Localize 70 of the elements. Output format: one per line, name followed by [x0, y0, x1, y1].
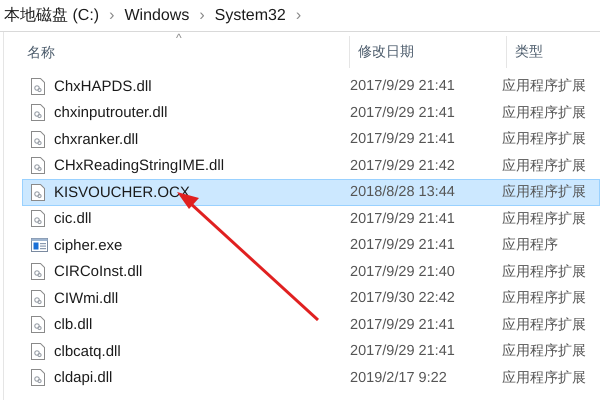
chevron-icon[interactable]: ›: [199, 6, 205, 24]
file-row[interactable]: CIWmi.dll 2017/9/30 22:42 应用程序扩展: [22, 285, 600, 312]
dll-file-icon: [31, 263, 45, 280]
modified-date: 2017/9/29 21:41: [350, 104, 455, 121]
file-name: clbcatq.dll: [54, 342, 121, 360]
file-type: 应用程序扩展: [502, 77, 586, 94]
file-type: 应用程序: [502, 236, 558, 252]
modified-date: 2017/9/30 22:42: [350, 290, 455, 306]
dll-file-icon: [31, 78, 45, 95]
dll-file-icon: [31, 316, 45, 334]
dll-file-icon: [31, 369, 45, 386]
breadcrumb-item[interactable]: System32: [214, 6, 286, 24]
file-row[interactable]: clbcatq.dll 2017/9/29 21:41 应用程序扩展: [22, 338, 600, 364]
file-row[interactable]: ChxHAPDS.dll 2017/9/29 21:41 应用程序扩展: [22, 73, 600, 100]
file-name: chxranker.dll: [54, 130, 138, 148]
dll-file-icon: [31, 157, 45, 174]
breadcrumb-item[interactable]: 本地磁盘 (C:): [4, 5, 100, 26]
chevron-icon[interactable]: ›: [109, 6, 114, 24]
dll-file-icon: [31, 130, 45, 148]
modified-date: 2017/9/29 21:41: [350, 131, 455, 148]
chevron-icon[interactable]: ›: [296, 6, 302, 24]
modified-date: 2017/9/29 21:41: [350, 210, 455, 227]
file-row[interactable]: cipher.exe 2017/9/29 21:41 应用程序: [22, 232, 600, 258]
modified-date: 2017/9/29 21:40: [350, 264, 455, 280]
file-type: 应用程序扩展: [502, 183, 586, 200]
file-row[interactable]: cic.dll 2017/9/29 21:41 应用程序扩展: [22, 206, 600, 232]
file-name: cldapi.dll: [54, 369, 112, 386]
dll-file-icon: [31, 104, 45, 122]
file-name: KISVOUCHER.OCX: [54, 184, 190, 201]
file-name: cic.dll: [54, 210, 92, 228]
modified-date: 2017/9/29 21:41: [350, 316, 455, 333]
file-type: 应用程序扩展: [502, 368, 586, 385]
file-name: ChxHAPDS.dll: [54, 78, 152, 95]
dll-file-icon: [31, 290, 45, 307]
file-type: 应用程序扩展: [502, 342, 586, 358]
file-row[interactable]: CIRCoInst.dll 2017/9/29 21:40 应用程序扩展: [22, 258, 600, 285]
file-name: cipher.exe: [54, 236, 122, 254]
file-row[interactable]: chxranker.dll 2017/9/29 21:41 应用程序扩展: [22, 126, 600, 152]
modified-date: 2017/9/29 21:42: [350, 158, 455, 174]
file-name: CIWmi.dll: [54, 290, 118, 307]
breadcrumb-item[interactable]: Windows: [124, 6, 190, 24]
dll-file-icon: [31, 210, 45, 228]
modified-date: 2019/2/17 9:22: [350, 370, 447, 386]
application-window-icon: [31, 238, 48, 252]
file-row[interactable]: KISVOUCHER.OCX 2018/8/28 13:44 应用程序扩展: [22, 179, 600, 206]
file-type: 应用程序扩展: [502, 156, 586, 173]
file-row[interactable]: CHxReadingStringIME.dll 2017/9/29 21:42 应用程序扩展: [22, 152, 600, 179]
modified-date: 2018/8/28 13:44: [350, 184, 455, 200]
file-type: 应用程序扩展: [502, 210, 586, 226]
dll-file-icon: [31, 342, 45, 360]
file-name: CHxReadingStringIME.dll: [54, 157, 224, 174]
file-type: 应用程序扩展: [502, 262, 586, 279]
dll-file-icon: [31, 184, 45, 201]
modified-date: 2017/9/29 21:41: [350, 237, 455, 254]
file-type: 应用程序扩展: [502, 104, 586, 120]
modified-date: 2017/9/29 21:41: [350, 343, 455, 360]
column-header[interactable]: 类型: [515, 43, 543, 61]
file-row[interactable]: cldapi.dll 2019/2/17 9:22 应用程序扩展: [22, 364, 600, 391]
file-name: clb.dll: [54, 316, 92, 334]
modified-date: 2017/9/29 21:41: [350, 78, 455, 94]
sort-caret-icon: ^: [176, 32, 182, 44]
file-name: chxinputrouter.dll: [54, 104, 168, 122]
column-header[interactable]: 修改日期: [358, 43, 414, 61]
file-row[interactable]: chxinputrouter.dll 2017/9/29 21:41 应用程序扩展: [22, 100, 600, 126]
file-type: 应用程序扩展: [502, 289, 586, 306]
file-type: 应用程序扩展: [502, 130, 586, 146]
file-type: 应用程序扩展: [502, 316, 586, 332]
column-header[interactable]: 名称: [27, 44, 55, 62]
file-row[interactable]: clb.dll 2017/9/29 21:41 应用程序扩展: [22, 312, 600, 338]
file-name: CIRCoInst.dll: [54, 263, 142, 280]
